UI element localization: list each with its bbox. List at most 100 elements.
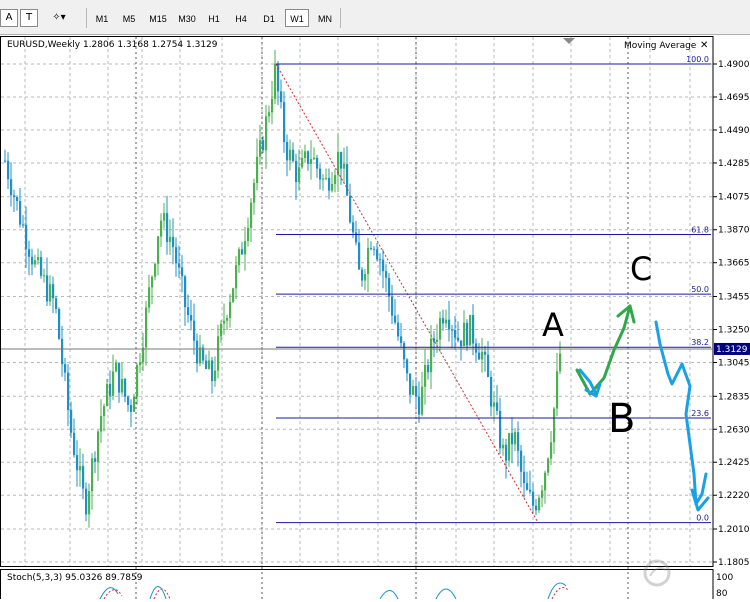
annotation-b: B <box>608 396 635 442</box>
text-label-tool-icon[interactable]: T <box>20 9 38 27</box>
candle-body <box>223 320 226 324</box>
candle-body <box>190 315 193 321</box>
candle-body <box>7 160 10 180</box>
candle-body <box>355 232 358 243</box>
price-axis-label: 1.4285 <box>718 159 750 169</box>
timeframe-button-m1[interactable]: M1 <box>90 9 114 27</box>
candle-body <box>85 488 88 515</box>
candle-body <box>241 249 244 255</box>
candle-body <box>304 151 307 159</box>
candle-body <box>445 319 448 324</box>
candle-body <box>187 307 190 316</box>
candle-body <box>178 263 181 268</box>
candle-body <box>325 177 328 179</box>
candle-body <box>457 337 460 341</box>
candle-body <box>103 406 106 417</box>
fib-level-label: 61.8 <box>691 226 709 235</box>
candle-body <box>130 404 133 412</box>
timeframe-button-m30[interactable]: M30 <box>173 9 201 27</box>
candle-body <box>379 259 382 261</box>
candle-body <box>229 301 232 318</box>
shapes-tool-icon[interactable]: ✧▾ <box>44 9 74 27</box>
price-axis-label: 1.2010 <box>718 525 750 535</box>
candle-body <box>169 237 172 242</box>
candle-body <box>298 167 301 183</box>
candle-body <box>64 364 67 373</box>
price-chart[interactable]: 1.4900 1.4695 1.4490 1.4285 1.4075 1.3870 1.36… <box>0 34 750 600</box>
candle-body <box>529 489 532 492</box>
candle-body <box>319 168 322 180</box>
candle-body <box>301 158 304 168</box>
close-icon[interactable]: ✕ <box>700 40 708 51</box>
candle-body <box>193 320 196 341</box>
timeframe-button-h1[interactable]: H1 <box>202 9 226 27</box>
candle-body <box>448 319 451 330</box>
timeframe-button-d1[interactable]: D1 <box>256 9 282 27</box>
candle-body <box>262 140 265 151</box>
candle-body <box>40 257 43 276</box>
candle-body <box>424 364 427 387</box>
candle-body <box>283 102 286 142</box>
candle-body <box>289 149 292 161</box>
candle-body <box>469 315 472 346</box>
fib-level-label: 50.0 <box>691 285 709 294</box>
stochastic-scale-100: 100 <box>716 573 733 583</box>
candle-body <box>109 383 112 396</box>
candle-body <box>376 249 379 260</box>
candle-body <box>142 347 145 363</box>
candle-body <box>514 432 517 445</box>
candle-body <box>502 444 505 449</box>
candle-body <box>220 323 223 337</box>
candle-body <box>292 149 295 162</box>
candle-body <box>358 242 361 270</box>
candle-body <box>544 472 547 491</box>
timeframe-button-mn[interactable]: MN <box>312 9 338 27</box>
candle-body <box>313 157 316 160</box>
annotation-a: A <box>542 306 564 344</box>
candle-body <box>508 433 511 461</box>
candle-body <box>136 365 139 397</box>
candle-body <box>406 359 409 374</box>
price-axis-label: 1.3455 <box>718 293 750 303</box>
chart-area[interactable]: 1.4900 1.4695 1.4490 1.4285 1.4075 1.3870 1.36… <box>0 34 750 600</box>
timeframe-button-m5[interactable]: M5 <box>117 9 141 27</box>
candle-body <box>439 318 442 340</box>
timeframe-button-w1[interactable]: W1 <box>285 9 309 27</box>
candle-body <box>550 442 553 459</box>
candle-body <box>19 201 22 225</box>
candle-body <box>28 249 31 257</box>
timeframe-button-m15[interactable]: M15 <box>144 9 172 27</box>
candle-body <box>316 157 319 169</box>
candle-body <box>55 298 58 309</box>
candle-body <box>421 386 424 415</box>
price-axis-label: 1.3045 <box>718 358 750 368</box>
candle-body <box>88 491 91 515</box>
toolbar-separator <box>340 8 341 28</box>
text-tool-icon[interactable]: A <box>0 9 18 27</box>
candle-body <box>268 112 271 117</box>
price-axis-label: 1.1805 <box>718 558 750 568</box>
candle-body <box>31 256 34 265</box>
candle-body <box>157 236 160 264</box>
candle-body <box>124 378 127 397</box>
candle-body <box>466 322 469 346</box>
candle-body <box>451 329 454 331</box>
candle-body <box>22 224 25 226</box>
candle-body <box>13 195 16 197</box>
timeframe-button-h4[interactable]: H4 <box>229 9 253 27</box>
candle-body <box>232 288 235 302</box>
candle-body <box>76 455 79 471</box>
candle-body <box>151 276 154 288</box>
candle-body <box>115 362 118 372</box>
candle-body <box>286 141 289 161</box>
candle-body <box>16 196 19 202</box>
candle-body <box>166 213 169 242</box>
candle-body <box>61 338 64 365</box>
candle-body <box>94 458 97 462</box>
candle-body <box>106 383 109 407</box>
candle-body <box>34 260 37 265</box>
candle-body <box>148 287 151 308</box>
symbol-header: EURUSD,Weekly 1.2806 1.3168 1.2754 1.312… <box>7 40 218 50</box>
price-axis-label: 1.2630 <box>718 425 750 435</box>
candle-body <box>523 471 526 484</box>
